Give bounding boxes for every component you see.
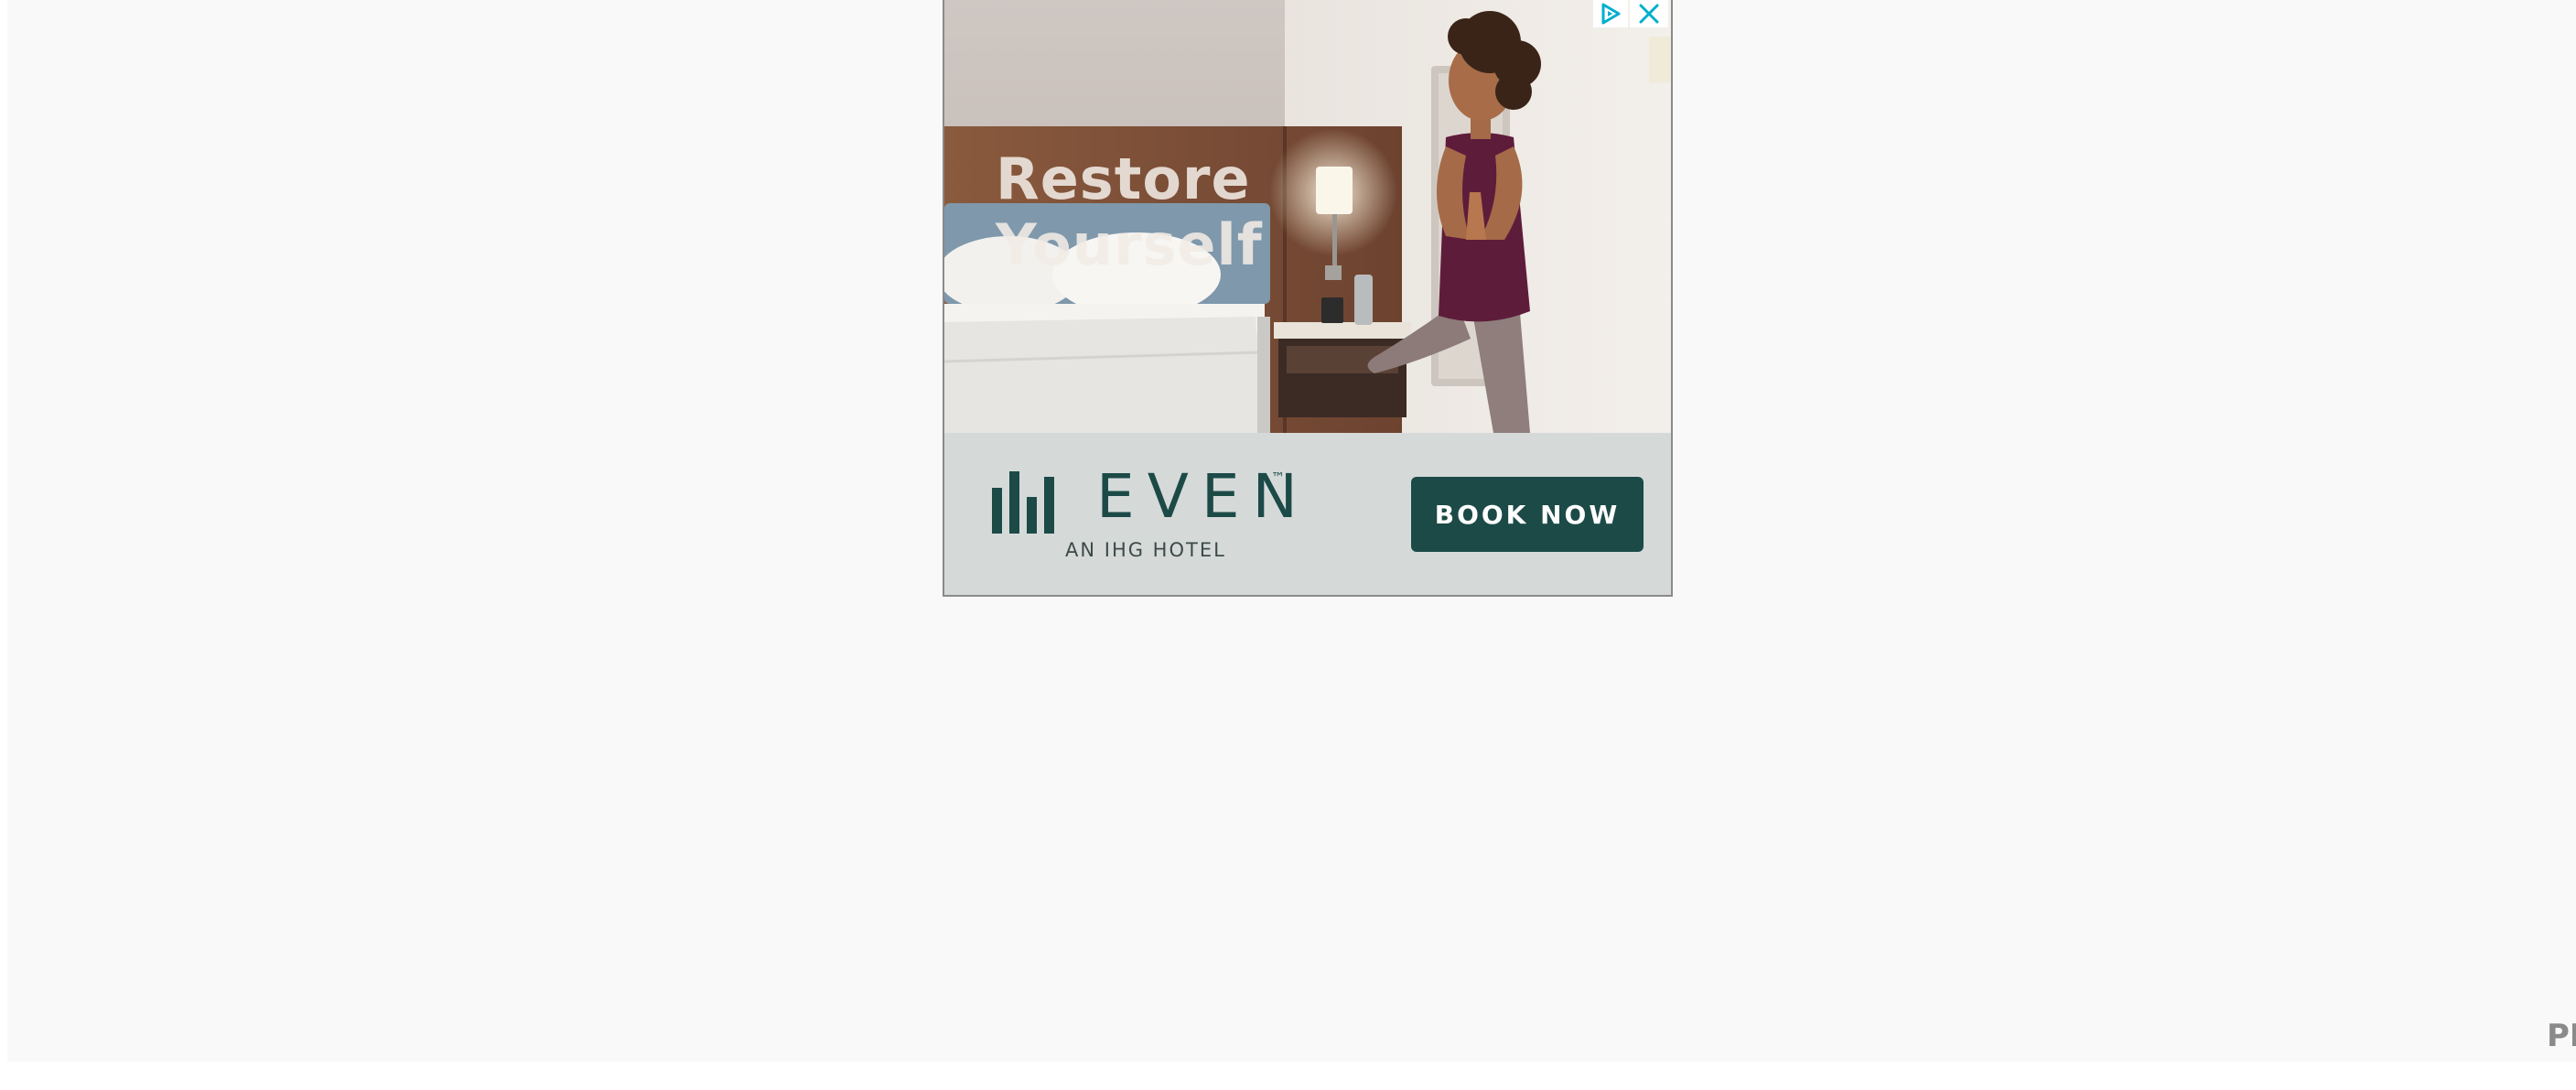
adchoices-button[interactable]	[1593, 0, 1628, 27]
hotel-banner-ad[interactable]: Restore Yourself EVEN ™ AN IHG HOTEL BOO…	[943, 0, 1673, 597]
close-ad-button[interactable]	[1630, 0, 1668, 27]
adchoices-icon	[1601, 3, 1621, 25]
close-icon	[1639, 4, 1659, 24]
even-hotels-logo-icon	[992, 469, 1058, 534]
page-background: Restore Yourself EVEN ™ AN IHG HOTEL BOO…	[7, 0, 2576, 1062]
ad-headline: Restore Yourself	[996, 146, 1263, 278]
ad-headline-line-1: Restore	[996, 146, 1251, 212]
ad-footer-bar: EVEN ™ AN IHG HOTEL BOOK NOW	[944, 433, 1671, 595]
brand-trademark: ™	[1271, 469, 1285, 486]
ad-headline-line-2: Yourself	[996, 211, 1263, 278]
ad-photo-hotel-room-yoga[interactable]: Restore Yourself	[944, 0, 1671, 433]
corner-logo-mark: PN	[2547, 1018, 2576, 1054]
book-now-button[interactable]: BOOK NOW	[1411, 477, 1644, 552]
brand-tagline: AN IHG HOTEL	[1065, 539, 1226, 561]
